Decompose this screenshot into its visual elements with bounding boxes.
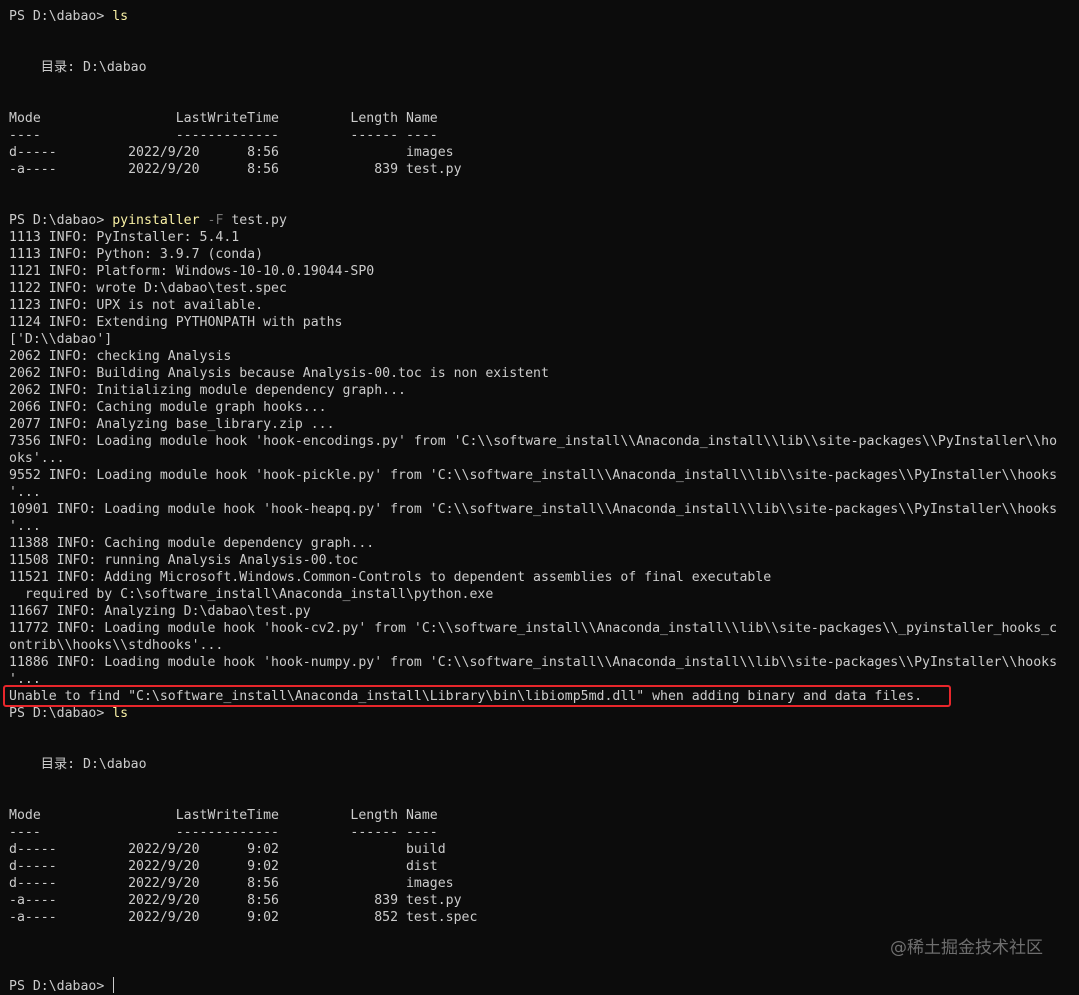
prompt-text: PS D:\dabao> [9,979,113,994]
output-line: -a---- 2022/9/20 8:56 839 test.py [9,162,462,177]
output-line: required by C:\software_install\Anaconda… [9,587,494,602]
output-line: 2066 INFO: Caching module graph hooks... [9,400,327,415]
command-name: pyinstaller [112,213,200,228]
output-line: 目录: D:\dabao [9,60,147,75]
output-line: 1124 INFO: Extending PYTHONPATH with pat… [9,315,343,330]
output-line: 2062 INFO: Initializing module dependenc… [9,383,406,398]
output-line: -a---- 2022/9/20 8:56 839 test.py [9,893,462,908]
output-line: 1122 INFO: wrote D:\dabao\test.spec [9,281,287,296]
output-line: ---- ------------- ------ ---- [9,825,438,840]
output-line: 1113 INFO: Python: 3.9.7 (conda) [9,247,264,262]
output-line: -a---- 2022/9/20 9:02 852 test.spec [9,910,478,925]
output-line: ---- ------------- ------ ---- [9,128,438,143]
output-line: d----- 2022/9/20 9:02 dist [9,859,438,874]
watermark: @稀土掘金技术社区 [890,938,1043,958]
command-name: ls [112,9,129,24]
output-line: Mode LastWriteTime Length Name [9,111,438,126]
text-cursor[interactable] [113,977,115,993]
output-line: d----- 2022/9/20 8:56 images [9,876,454,891]
output-line: '... [9,519,41,534]
output-line: 1123 INFO: UPX is not available. [9,298,264,313]
command-flag: -F [199,213,224,228]
output-line: 7356 INFO: Loading module hook 'hook-enc… [9,434,1058,449]
prompt-line: PS D:\dabao> pyinstaller -F test.py [9,212,1057,229]
prompt-line: PS D:\dabao> ls [9,8,1057,25]
output-line: 11508 INFO: running Analysis Analysis-00… [9,553,359,568]
output-line: 2077 INFO: Analyzing base_library.zip ..… [9,417,335,432]
output-line: 11772 INFO: Loading module hook 'hook-cv… [9,621,1058,636]
prompt-text: PS D:\dabao> [9,706,113,721]
output-line: '... [9,485,41,500]
output-line: 10901 INFO: Loading module hook 'hook-he… [9,502,1058,517]
prompt-text: PS D:\dabao> [9,213,113,228]
output-line: 11667 INFO: Analyzing D:\dabao\test.py [9,604,311,619]
output-line: d----- 2022/9/20 8:56 images [9,145,454,160]
output-line: 1121 INFO: Platform: Windows-10-10.0.190… [9,264,375,279]
prompt-line: PS D:\dabao> ls [9,705,1057,722]
error-highlight-box [3,685,951,707]
output-line: 2062 INFO: checking Analysis [9,349,232,364]
output-line: Mode LastWriteTime Length Name [9,808,438,823]
output-line: d----- 2022/9/20 9:02 build [9,842,446,857]
output-line: 11886 INFO: Loading module hook 'hook-nu… [9,655,1058,670]
output-line: oks'... [9,451,65,466]
output-line: 11388 INFO: Caching module dependency gr… [9,536,375,551]
output-line: 9552 INFO: Loading module hook 'hook-pic… [9,468,1058,483]
output-line: 1113 INFO: PyInstaller: 5.4.1 [9,230,240,245]
prompt-line: PS D:\dabao> [9,977,1057,994]
prompt-text: PS D:\dabao> [9,9,113,24]
command-name: ls [112,706,129,721]
output-line: 2062 INFO: Building Analysis because Ana… [9,366,549,381]
output-line: ontrib\\hooks\\stdhooks'... [9,638,224,653]
output-line: ['D:\\dabao'] [9,332,113,347]
command-args: test.py [223,213,287,228]
terminal-output[interactable]: PS D:\dabao> ls 目录: D:\dabao Mode LastWri… [9,8,1057,994]
output-line: 11521 INFO: Adding Microsoft.Windows.Com… [9,570,772,585]
output-line: 目录: D:\dabao [9,757,147,772]
